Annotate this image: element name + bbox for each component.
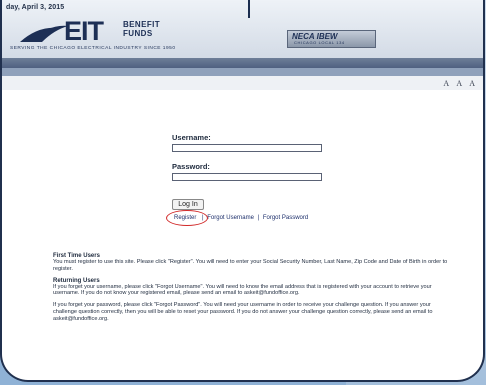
- logo-benefit-funds: BENEFIT FUNDS: [123, 20, 160, 38]
- toolbar-strip: [2, 76, 483, 90]
- logo-benefit-text: BENEFIT: [123, 20, 161, 29]
- forgot-username-link[interactable]: Forgot Username: [207, 215, 254, 221]
- forgot-password-text: If you forget your password, please clic…: [53, 302, 433, 322]
- site-header: day, April 3, 2015 EIT BENEFIT FUNDS SER…: [2, 0, 483, 59]
- forgot-password-link[interactable]: Forgot Password: [263, 215, 308, 221]
- username-label: Username:: [172, 133, 211, 142]
- info-section: First Time Users You must register to us…: [53, 253, 453, 328]
- nav-bar: [2, 58, 483, 68]
- login-button[interactable]: Log In: [172, 199, 204, 210]
- logo-tagline: SERVING THE CHICAGO ELECTRICAL INDUSTRY …: [10, 46, 176, 51]
- logo-eit: EIT: [64, 16, 104, 46]
- account-links: Register | Forgot Username | Forgot Pass…: [165, 210, 322, 226]
- decorative-line: [248, 0, 250, 18]
- password-label: Password:: [172, 162, 210, 171]
- nav-subbar: [2, 68, 483, 76]
- neca-ibew-logo: NECA IBEW CHICAGO LOCAL 134: [287, 30, 376, 48]
- username-input[interactable]: [172, 144, 322, 152]
- logo-funds-text: FUNDS: [123, 29, 153, 38]
- password-input[interactable]: [172, 173, 322, 181]
- neca-logo-subtext: CHICAGO LOCAL 134: [294, 40, 345, 45]
- text-size-controls[interactable]: A A A: [443, 79, 475, 88]
- device-frame: day, April 3, 2015 EIT BENEFIT FUNDS SER…: [0, 0, 485, 382]
- returning-text: If you forget your username, please clic…: [53, 283, 432, 297]
- register-link[interactable]: Register: [165, 210, 209, 226]
- link-separator: |: [257, 215, 260, 221]
- first-time-text: You must register to use this site. Plea…: [53, 259, 448, 272]
- login-form: Username: Password: Log In Register | Fo…: [165, 133, 322, 226]
- current-date: day, April 3, 2015: [6, 4, 65, 11]
